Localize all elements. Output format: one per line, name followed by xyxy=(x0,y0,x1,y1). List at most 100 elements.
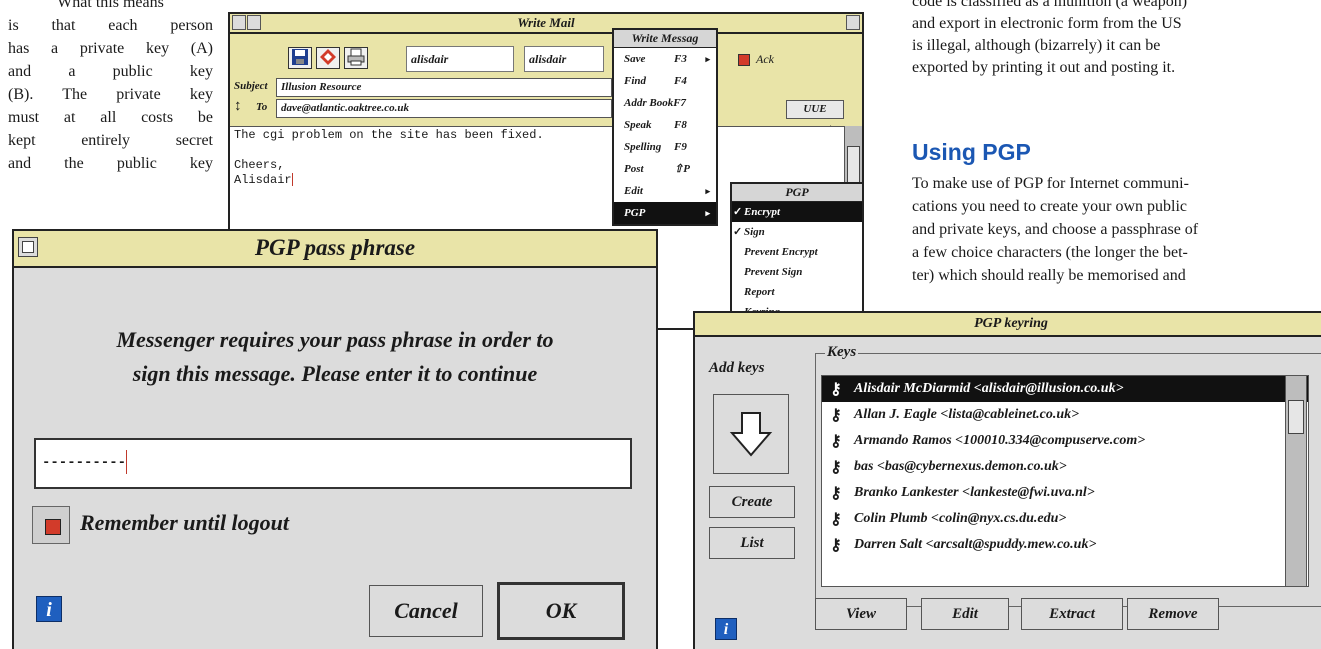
scroll-thumb[interactable] xyxy=(1288,400,1304,434)
remove-button[interactable]: Remove xyxy=(1127,598,1219,630)
key-list-scrollbar[interactable] xyxy=(1285,375,1307,587)
menu-item-find[interactable]: Find F4 xyxy=(614,70,716,92)
menu-item-encrypt[interactable]: ✓ Encrypt xyxy=(732,202,862,222)
extract-button[interactable]: Extract xyxy=(1021,598,1123,630)
cancel-button[interactable]: Cancel xyxy=(369,585,483,637)
body-line: Alisdair xyxy=(234,173,292,187)
subject-field[interactable]: Illusion Resource xyxy=(276,78,612,97)
menu-item-post[interactable]: Post ⇧P xyxy=(614,158,716,180)
pgp-submenu: PGP ✓ Encrypt ✓ Sign Prevent Encrypt Preve… xyxy=(730,182,864,324)
encoding-button[interactable]: UUE xyxy=(786,100,844,119)
article-line: What this means xyxy=(57,0,164,11)
list-button[interactable]: List xyxy=(709,527,795,559)
down-arrow-icon xyxy=(729,412,773,457)
menu-item-label: PGP xyxy=(624,207,646,219)
article-line: cations you need to create your own publ… xyxy=(912,198,1188,215)
pass-phrase-message: Messenger requires your pass phrase in o… xyxy=(14,323,656,391)
to-label: To xyxy=(256,101,268,113)
article-right-column-top: code is classified as a munition (a weap… xyxy=(912,0,1321,79)
menu-item-edit[interactable]: Edit ▸ xyxy=(614,180,716,202)
article-line: (B). The private key xyxy=(8,86,213,103)
article-line: exported by printing it out and posting … xyxy=(912,59,1176,76)
ok-button[interactable]: OK xyxy=(497,582,625,640)
key-icon: ⚷ xyxy=(830,433,842,450)
key-row[interactable]: ⚷ Branko Lankester <lankeste@fwi.uva.nl> xyxy=(822,480,1308,506)
subject-label: Subject xyxy=(234,80,268,92)
from-field[interactable]: alisdair xyxy=(406,46,514,72)
masked-value: ---------- xyxy=(42,455,127,471)
window-title: Write Mail xyxy=(517,15,575,30)
key-row[interactable]: ⚷ Allan J. Eagle <lista@cableinet.co.uk> xyxy=(822,402,1308,428)
menu-item-label: Prevent Sign xyxy=(744,266,803,278)
close-icon[interactable] xyxy=(247,15,261,30)
key-row[interactable]: ⚷ Colin Plumb <colin@nyx.cs.du.edu> xyxy=(822,506,1308,532)
info-icon[interactable]: i xyxy=(715,618,737,640)
expand-arrows-icon[interactable]: ↕ xyxy=(234,98,242,115)
article-left-column: What this means is that each person has … xyxy=(8,0,213,175)
body-line: Cheers, xyxy=(234,158,285,172)
priority-icon[interactable] xyxy=(316,47,340,69)
print-icon[interactable] xyxy=(344,47,368,69)
save-disk-icon[interactable] xyxy=(288,47,312,69)
article-line: is that each person xyxy=(8,17,213,34)
menu-item-label: Sign xyxy=(744,226,765,238)
article-line: and private keys, and choose a passphras… xyxy=(912,221,1199,238)
toggle-size-icon[interactable] xyxy=(18,237,38,257)
keyring-titlebar[interactable]: PGP keyring xyxy=(695,313,1321,337)
key-name: Branko Lankester <lankeste@fwi.uva.nl> xyxy=(854,485,1095,500)
menu-item-pgp[interactable]: PGP ▸ xyxy=(614,202,716,224)
ack-toggle[interactable]: Ack xyxy=(738,52,774,67)
to-field[interactable]: dave@atlantic.oaktree.co.uk xyxy=(276,99,612,118)
menu-item-speak[interactable]: Speak F8 xyxy=(614,114,716,136)
tick-icon: ✓ xyxy=(733,226,743,238)
menu-item-prevent-encrypt[interactable]: Prevent Encrypt xyxy=(732,242,862,262)
menu-item-label: Addr Book xyxy=(624,97,674,109)
menu-item-spelling[interactable]: Spelling F9 xyxy=(614,136,716,158)
menu-item-label: Save xyxy=(624,53,646,65)
menu-shortcut: F4 xyxy=(674,75,687,87)
menu-item-label: Edit xyxy=(624,185,643,197)
key-row[interactable]: ⚷ Alisdair McDiarmid <alisdair@illusion.c… xyxy=(822,376,1308,402)
view-button[interactable]: View xyxy=(815,598,907,630)
message-line: Messenger requires your pass phrase in o… xyxy=(116,327,554,352)
article-line: To make use of PGP for Internet communi- xyxy=(912,175,1189,192)
article-line: and a public key xyxy=(8,63,213,80)
menu-item-report[interactable]: Report xyxy=(732,282,862,302)
menu-item-save[interactable]: Save F3 ▸ xyxy=(614,48,716,70)
menu-item-label: Encrypt xyxy=(744,206,781,218)
article-line: and the public key xyxy=(8,155,213,172)
key-name: Armando Ramos <100010.334@compuserve.com… xyxy=(854,433,1146,448)
key-row[interactable]: ⚷ Armando Ramos <100010.334@compuserve.co… xyxy=(822,428,1308,454)
info-icon[interactable]: i xyxy=(36,596,62,622)
key-row[interactable]: ⚷ bas <bas@cybernexus.demon.co.uk> xyxy=(822,454,1308,480)
key-list[interactable]: ⚷ Alisdair McDiarmid <alisdair@illusion.c… xyxy=(821,375,1309,587)
pgp-keyring-window: PGP keyring Add keys Create List i Keys … xyxy=(693,311,1321,649)
menu-item-label: Spelling xyxy=(624,141,662,153)
menu-item-addr-book[interactable]: Addr BookF7 xyxy=(614,92,716,114)
pass-phrase-input[interactable]: ---------- xyxy=(34,438,632,489)
menu-item-sign[interactable]: ✓ Sign xyxy=(732,222,862,242)
create-button[interactable]: Create xyxy=(709,486,795,518)
edit-button[interactable]: Edit xyxy=(921,598,1009,630)
write-mail-titlebar[interactable]: Write Mail xyxy=(230,14,862,34)
article-right-column-bottom: To make use of PGP for Internet communi-… xyxy=(912,172,1321,287)
key-row[interactable]: ⚷ Darren Salt <arcsalt@spuddy.mew.co.uk> xyxy=(822,532,1308,558)
remember-option[interactable]: Remember until logout xyxy=(32,506,289,544)
toggle-size-icon[interactable] xyxy=(846,15,860,30)
pass-phrase-titlebar[interactable]: PGP pass phrase xyxy=(14,231,656,268)
article-heading: Using PGP xyxy=(912,139,1031,165)
account-field[interactable]: alisdair xyxy=(524,46,604,72)
menu-item-label: Find xyxy=(624,75,647,87)
article-line: a few choice characters (the longer the … xyxy=(912,244,1188,261)
key-icon: ⚷ xyxy=(830,511,842,528)
key-name: Colin Plumb <colin@nyx.cs.du.edu> xyxy=(854,511,1067,526)
menu-item-label: Report xyxy=(744,286,775,298)
remember-checkbox[interactable] xyxy=(32,506,70,544)
add-keys-drop-target[interactable] xyxy=(713,394,789,474)
ack-checkbox[interactable] xyxy=(738,54,750,67)
key-icon: ⚷ xyxy=(830,537,842,554)
body-line: The cgi problem on the site has been fix… xyxy=(234,128,544,142)
key-name: Allan J. Eagle <lista@cableinet.co.uk> xyxy=(854,407,1080,422)
menu-item-prevent-sign[interactable]: Prevent Sign xyxy=(732,262,862,282)
back-icon[interactable] xyxy=(232,15,246,30)
